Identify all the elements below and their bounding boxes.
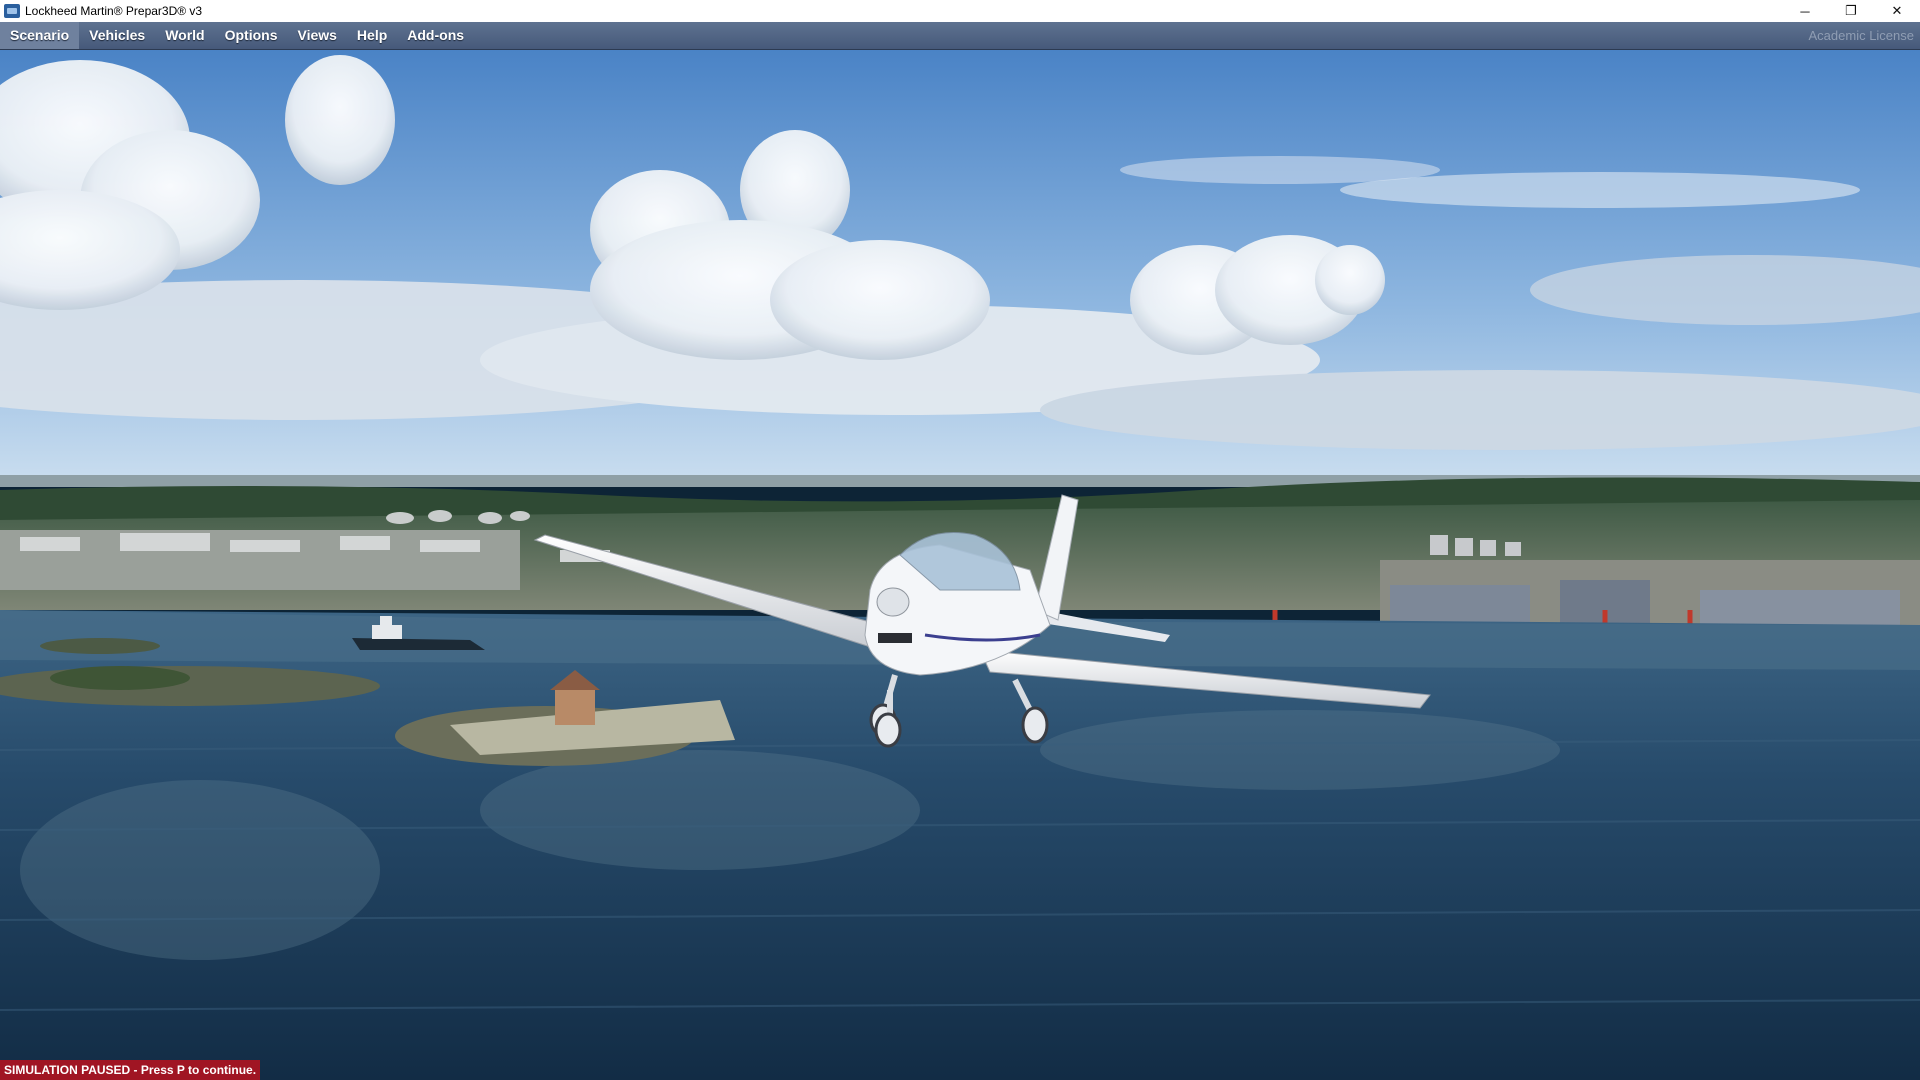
simulation-paused-banner: SIMULATION PAUSED - Press P to continue.: [0, 1060, 261, 1080]
menu-add-ons[interactable]: Add-ons: [397, 22, 474, 49]
menu-world[interactable]: World: [155, 22, 214, 49]
window-title: Lockheed Martin® Prepar3D® v3: [25, 4, 203, 18]
menu-vehicles[interactable]: Vehicles: [79, 22, 155, 49]
minimize-icon[interactable]: ─: [1782, 0, 1828, 22]
menu-scenario[interactable]: Scenario: [0, 22, 80, 49]
menu-help[interactable]: Help: [347, 22, 397, 49]
title-bar: Lockheed Martin® Prepar3D® v3 ─ ❐ ✕: [0, 0, 1920, 22]
menu-bar: Scenario Vehicles World Options Views He…: [0, 22, 1920, 50]
license-label: Academic License: [1808, 28, 1915, 43]
restore-icon[interactable]: ❐: [1828, 0, 1874, 22]
close-icon[interactable]: ✕: [1874, 0, 1920, 22]
menu-options[interactable]: Options: [215, 22, 288, 49]
scene-render: [0, 50, 1920, 1080]
prepar3d-app-icon[interactable]: [4, 4, 20, 18]
window-controls: ─ ❐ ✕: [1782, 0, 1920, 22]
menu-views[interactable]: Views: [287, 22, 346, 49]
simulation-viewport[interactable]: SIMULATION PAUSED - Press P to continue.: [0, 50, 1920, 1080]
